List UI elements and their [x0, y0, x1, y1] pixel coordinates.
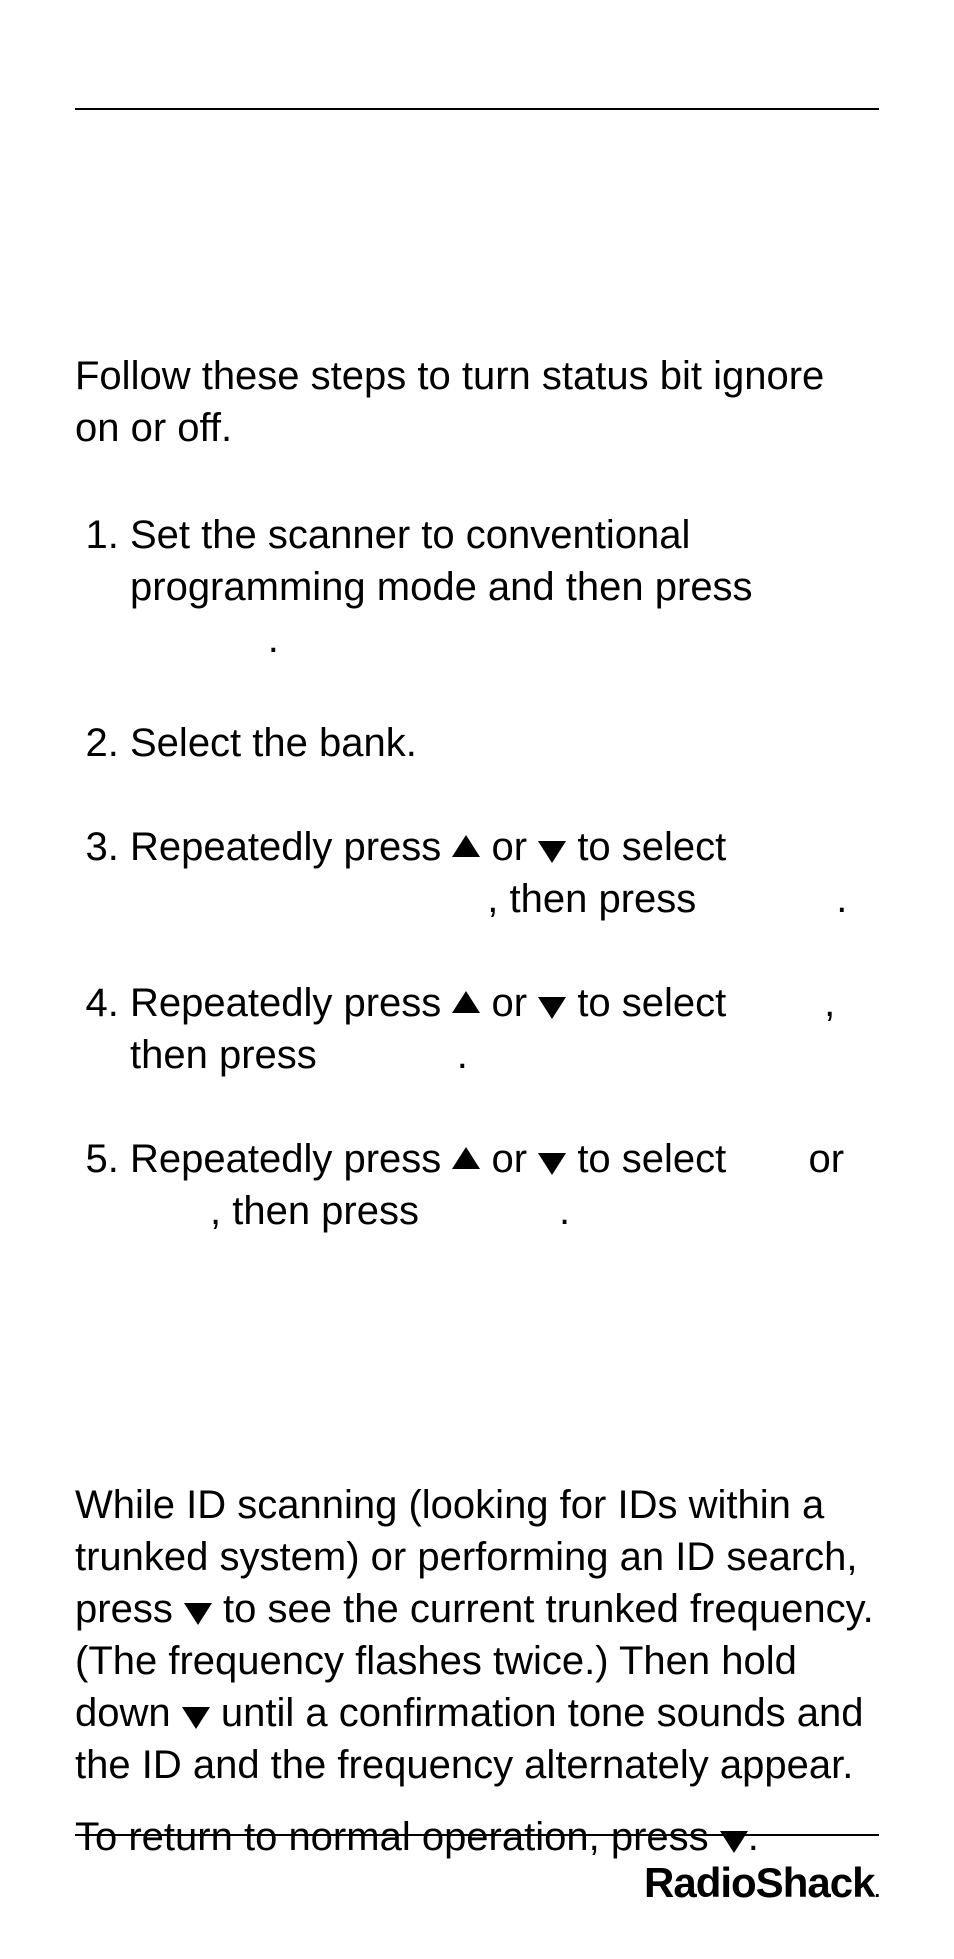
- page-number: 57: [841, 60, 874, 94]
- brand-dot: .: [874, 1880, 879, 1902]
- brand-logo: RadioShack.: [644, 1859, 879, 1907]
- epgm-button-label: E/PGM: [328, 1033, 457, 1077]
- text: to select: [566, 1137, 737, 1181]
- triangle-down-icon: [538, 997, 566, 1019]
- text: Repeatedly press: [130, 1137, 452, 1181]
- document-page: 57 Follow these steps to turn status bit…: [0, 0, 954, 1959]
- step-2: Select the bank.: [130, 717, 879, 769]
- text: or: [480, 981, 538, 1025]
- text: .: [748, 1815, 759, 1859]
- text: to select: [566, 981, 737, 1025]
- triangle-down-icon: [184, 1603, 212, 1625]
- steps-list: Set the scanner to conventional programm…: [75, 509, 879, 1237]
- triangle-up-icon: [452, 1147, 480, 1169]
- top-divider: [75, 108, 879, 110]
- brand-text: RadioShack: [644, 1859, 874, 1906]
- text: or: [480, 1137, 538, 1181]
- body-paragraph-2: To return to normal operation, press .: [75, 1811, 879, 1863]
- step-1: Set the scanner to conventional programm…: [130, 509, 879, 665]
- bottom-divider: [75, 1834, 879, 1836]
- text: .: [559, 1189, 570, 1233]
- text: .: [268, 617, 279, 661]
- triangle-down-icon: [538, 1153, 566, 1175]
- on-label: ON: [737, 1137, 797, 1181]
- step-3: Repeatedly press or to select Motorola T…: [130, 821, 879, 925]
- text: Repeatedly press: [130, 825, 452, 869]
- intro-paragraph: Follow these steps to turn status bit ig…: [75, 350, 879, 454]
- triangle-up-icon: [452, 991, 480, 1013]
- text: .: [457, 1033, 468, 1077]
- step-5: Repeatedly press or to select ON or OFF,…: [130, 1133, 879, 1237]
- triangle-down-icon: [538, 841, 566, 863]
- off-label: OFF: [130, 1189, 210, 1233]
- text: .: [836, 877, 847, 921]
- text: until a confirmation tone sounds and the…: [75, 1691, 864, 1787]
- sbit-label: S-Bit: [737, 981, 824, 1025]
- body-paragraph-1: While ID scanning (looking for IDs withi…: [75, 1479, 879, 1791]
- moto-label: Motorola Type2/P25: [130, 877, 487, 921]
- text: Repeatedly press: [130, 981, 452, 1025]
- step-4: Repeatedly press or to select S-Bit, the…: [130, 977, 879, 1081]
- text: or: [797, 1137, 844, 1181]
- text: , then press: [487, 877, 707, 921]
- text: to select: [566, 825, 726, 869]
- triangle-up-icon: [452, 835, 480, 857]
- text: Set the scanner to conventional programm…: [130, 513, 753, 609]
- text: or: [480, 825, 538, 869]
- triangle-down-icon: [182, 1707, 210, 1729]
- text: To return to normal operation, press: [75, 1815, 720, 1859]
- section-heading: Identifying a Trunked Frequency: [75, 1382, 879, 1434]
- text: , then press: [210, 1189, 430, 1233]
- epgm-button-label: E/PGM: [430, 1189, 559, 1233]
- epgm-button-label: E/PGM: [707, 877, 836, 921]
- text: Select the bank.: [130, 721, 417, 765]
- trunk-button-label: TRUNK: [130, 617, 268, 661]
